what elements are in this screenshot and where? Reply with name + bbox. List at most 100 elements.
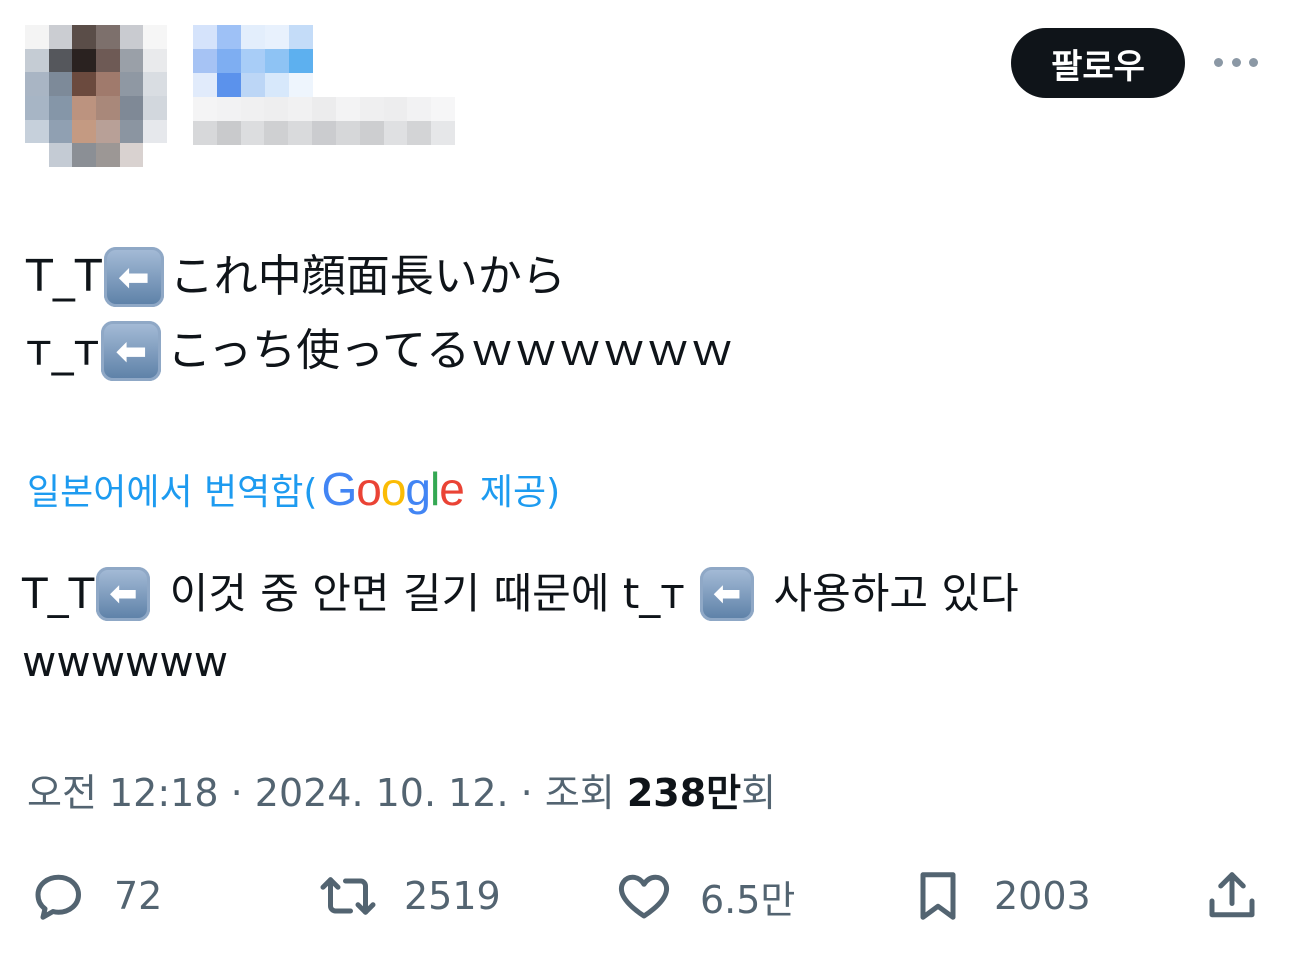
avatar-pixel [72, 95, 96, 120]
bookmark-button[interactable]: 2003 [908, 860, 1091, 932]
avatar-pixel [48, 72, 73, 96]
avatar-pixel [25, 95, 49, 120]
tweet-time[interactable]: 오전 12:18 [27, 771, 219, 815]
handle-blurred[interactable] [193, 97, 455, 145]
tweet-translated-text: T_T ⬅ 이것 중 안면 길기 때문에 t_ᴛ ⬅ 사용하고 있다 wwwwww [22, 560, 1019, 696]
handle-pixel [431, 97, 455, 121]
handle-pixel [312, 97, 336, 121]
translation-suffix: 제공) [479, 472, 561, 513]
name-pixel [193, 25, 217, 49]
like-button[interactable]: 6.5만 [614, 860, 795, 932]
avatar-pixel [119, 143, 144, 167]
avatar-pixel [95, 143, 120, 167]
emoticon-text: T_T [26, 251, 102, 302]
action-bar: 72 2519 6.5만 2003 [0, 860, 1290, 932]
reply-count: 72 [114, 874, 163, 918]
handle-pixel [407, 97, 432, 121]
avatar-pixel [25, 48, 49, 73]
avatar[interactable] [25, 25, 167, 167]
avatar-pixel [48, 143, 73, 167]
name-pixel [289, 73, 313, 97]
avatar-pixel [25, 72, 49, 96]
avatar-pixel [119, 25, 144, 49]
translated-part: 사용하고 있다 [760, 569, 1019, 618]
bookmark-count: 2003 [994, 874, 1091, 918]
handle-pixel [264, 97, 289, 121]
handle-pixel [359, 97, 384, 121]
like-count: 6.5만 [700, 877, 796, 922]
translated-part: T_T [22, 569, 95, 618]
handle-pixel [431, 121, 455, 145]
views-label: 조회 [544, 771, 627, 815]
handle-pixel [359, 121, 384, 145]
avatar-pixel [25, 119, 49, 144]
display-name-blurred[interactable] [193, 25, 313, 97]
handle-pixel [383, 97, 408, 121]
original-line-2: ᴛ_ᴛ ⬅ こっち使ってるｗｗｗｗｗｗ [26, 314, 734, 388]
avatar-pixel [143, 48, 167, 73]
handle-pixel [383, 121, 408, 145]
avatar-pixel [143, 119, 167, 144]
name-pixel [265, 73, 289, 97]
avatar-pixel [48, 119, 73, 144]
share-button[interactable] [1202, 860, 1262, 932]
separator: · [508, 771, 545, 815]
views-count: 238만 [626, 771, 742, 815]
avatar-pixel [143, 143, 167, 167]
left-arrow-key-icon: ⬅ [700, 567, 755, 621]
original-line-1: T_T ⬅ これ中顔面長いから [26, 240, 734, 314]
name-pixel [193, 49, 217, 73]
tweet-original-text: T_T ⬅ これ中顔面長いから ᴛ_ᴛ ⬅ こっち使ってるｗｗｗｗｗｗ [26, 240, 734, 388]
handle-pixel [240, 97, 265, 121]
handle-pixel [288, 97, 313, 121]
name-pixel [289, 25, 313, 49]
avatar-pixel [143, 25, 167, 49]
name-pixel [265, 49, 289, 73]
tweet-meta: 오전 12:18 · 2024. 10. 12. · 조회 238만회 [27, 762, 776, 817]
retweet-count: 2519 [404, 874, 501, 918]
avatar-pixel [72, 143, 96, 167]
handle-pixel [288, 121, 313, 145]
name-pixel [265, 25, 289, 49]
avatar-pixel [119, 119, 144, 144]
avatar-pixel [48, 95, 73, 120]
more-icon[interactable] [1214, 48, 1258, 76]
handle-pixel [216, 121, 241, 145]
avatar-pixel [48, 25, 73, 49]
avatar-pixel [119, 48, 144, 73]
name-pixel [193, 73, 217, 97]
heart-icon [618, 874, 670, 919]
handle-pixel [193, 121, 217, 145]
tweet-date[interactable]: 2024. 10. 12. [255, 771, 509, 815]
original-text: こっち使ってるｗｗｗｗｗｗ [167, 325, 734, 376]
name-pixel [217, 73, 241, 97]
follow-button[interactable]: 팔로우 [1011, 28, 1185, 98]
name-pixel [241, 49, 265, 73]
avatar-pixel [95, 95, 120, 120]
views-suffix: 회 [741, 771, 777, 815]
translated-line-2: wwwwww [22, 637, 229, 686]
retweet-button[interactable]: 2519 [318, 860, 501, 932]
translation-attribution-link[interactable]: 일본어에서 번역함( Google 제공) [27, 462, 560, 516]
retweet-icon [320, 877, 376, 915]
avatar-pixel [95, 25, 120, 49]
avatar-pixel [119, 72, 144, 96]
avatar-pixel [72, 119, 96, 144]
avatar-pixel [72, 48, 96, 73]
name-pixel [241, 73, 265, 97]
left-arrow-key-icon: ⬅ [101, 321, 162, 381]
handle-pixel [264, 121, 289, 145]
avatar-pixel [143, 72, 167, 96]
avatar-pixel [72, 25, 96, 49]
emoticon-text: ᴛ_ᴛ [26, 325, 100, 376]
comment-icon [35, 874, 81, 920]
original-text: これ中顔面長いから [169, 251, 566, 302]
avatar-pixel [48, 48, 73, 73]
reply-button[interactable]: 72 [28, 860, 162, 932]
avatar-pixel [95, 48, 120, 73]
handle-pixel [335, 97, 360, 121]
avatar-pixel [25, 25, 49, 49]
avatar-pixel [72, 72, 96, 96]
left-arrow-key-icon: ⬅ [103, 247, 164, 307]
handle-pixel [240, 121, 265, 145]
